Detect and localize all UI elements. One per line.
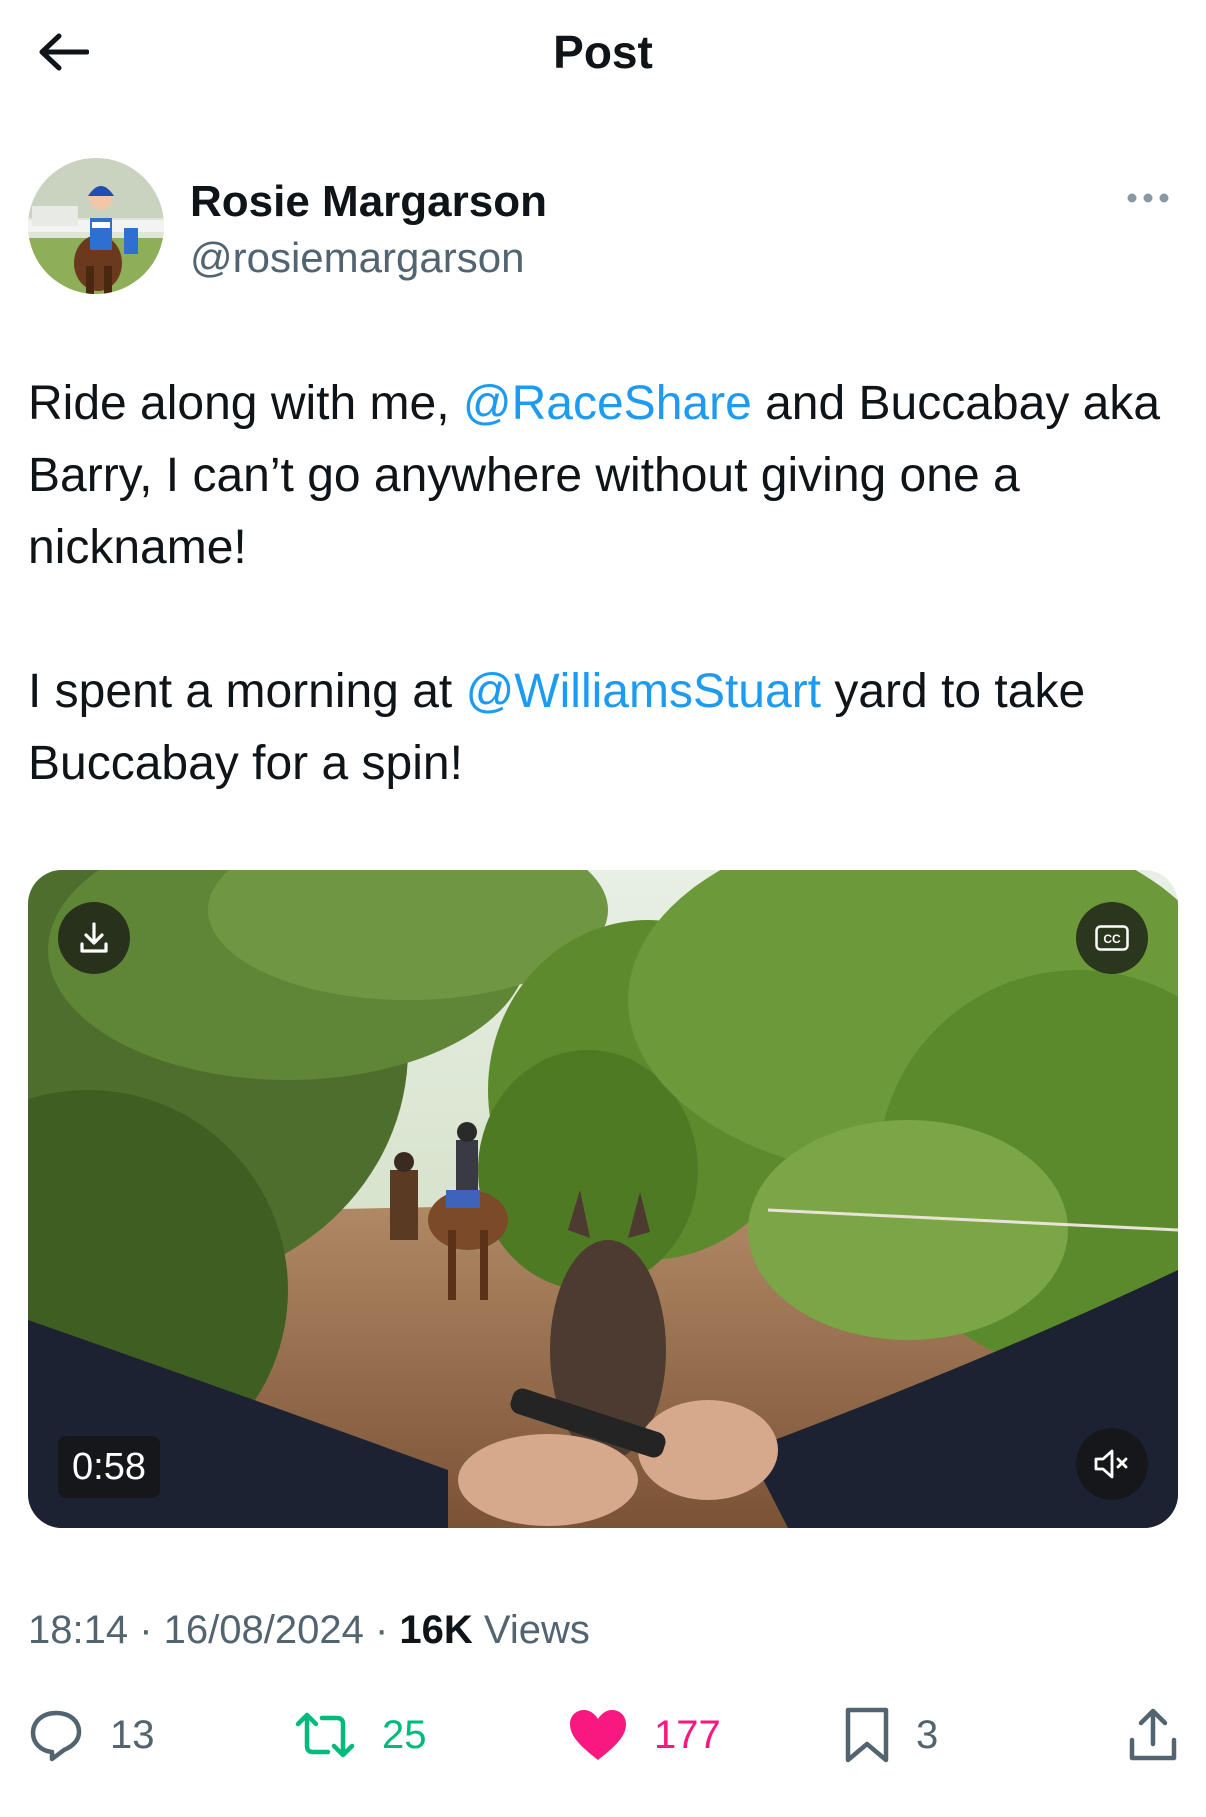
- captions-label: CC: [1103, 932, 1121, 946]
- share-button[interactable]: [1128, 1700, 1178, 1770]
- video-duration: 0:58: [58, 1436, 160, 1498]
- mention-raceshare[interactable]: @RaceShare: [463, 377, 752, 430]
- captions-button[interactable]: CC: [1076, 902, 1148, 974]
- captions-icon: CC: [1095, 925, 1129, 951]
- author-row: Rosie Margarson @rosiemargarson: [28, 158, 1178, 298]
- video-frame: [28, 870, 1178, 1528]
- reply-count: 13: [110, 1713, 155, 1757]
- like-button[interactable]: 177: [568, 1700, 721, 1770]
- text-segment: Ride along with me,: [28, 377, 463, 430]
- views-count[interactable]: 16K: [399, 1608, 472, 1652]
- meta-separator: ·: [128, 1608, 164, 1652]
- repost-count: 25: [382, 1713, 427, 1757]
- bookmark-button[interactable]: 3: [844, 1700, 938, 1770]
- avatar[interactable]: [28, 158, 164, 294]
- download-icon: [80, 922, 108, 953]
- reply-button[interactable]: 13: [28, 1700, 155, 1770]
- bookmark-count: 3: [916, 1713, 939, 1757]
- meta-separator: ·: [363, 1608, 400, 1652]
- more-options-button[interactable]: [1118, 178, 1178, 218]
- more-horizontal-icon: [1127, 193, 1169, 203]
- speaker-muted-icon: [1094, 1449, 1128, 1479]
- author-display-name[interactable]: Rosie Margarson: [190, 176, 547, 228]
- bookmark-icon: [845, 1707, 889, 1763]
- reply-icon: [30, 1710, 82, 1762]
- video-player[interactable]: CC 0:58: [28, 870, 1178, 1528]
- repost-icon: [295, 1712, 355, 1758]
- share-icon: [1129, 1708, 1177, 1761]
- action-bar: 13 25 177 3: [28, 1700, 1178, 1770]
- tweet-paragraph: Ride along with me, @RaceShare and Bucca…: [28, 368, 1188, 584]
- download-button[interactable]: [58, 902, 130, 974]
- mention-williamsstuart[interactable]: @WilliamsStuart: [466, 665, 821, 718]
- page-title: Post: [553, 26, 653, 78]
- post-date: 16/08/2024: [163, 1608, 364, 1652]
- like-count: 177: [654, 1713, 721, 1757]
- post-meta: 18:14 · 16/08/2024 · 16K Views: [28, 1604, 590, 1656]
- mute-toggle-button[interactable]: [1076, 1428, 1148, 1500]
- views-label: Views: [472, 1608, 590, 1652]
- repost-button[interactable]: 25: [294, 1700, 427, 1770]
- post-time: 18:14: [28, 1608, 129, 1652]
- heart-filled-icon: [570, 1710, 626, 1760]
- tweet-text: Ride along with me, @RaceShare and Bucca…: [28, 368, 1188, 800]
- author-handle[interactable]: @rosiemargarson: [190, 232, 524, 284]
- top-bar: Post: [0, 0, 1206, 110]
- tweet-paragraph: I spent a morning at @WilliamsStuart yar…: [28, 656, 1188, 800]
- text-segment: I spent a morning at: [28, 665, 466, 718]
